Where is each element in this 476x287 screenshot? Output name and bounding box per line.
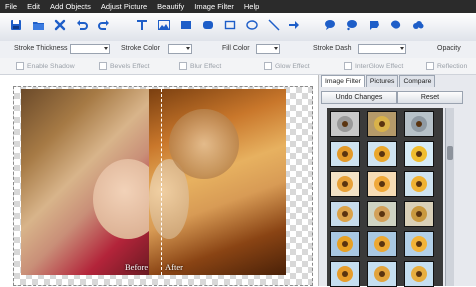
- filter-thumb[interactable]: [330, 111, 360, 137]
- filter-thumb[interactable]: [404, 201, 434, 227]
- menu-help[interactable]: Help: [239, 2, 264, 11]
- toolbar: [0, 13, 476, 42]
- ellipse-icon[interactable]: [244, 17, 260, 33]
- filter-thumbnail-grid: [327, 108, 443, 287]
- tab-compare[interactable]: Compare: [399, 75, 436, 87]
- stroke-thickness-label: Stroke Thickness: [14, 45, 68, 52]
- interglow-effect-checkbox[interactable]: InterGlow Effect: [344, 62, 403, 70]
- glow-effect-label: Glow Effect: [275, 62, 310, 70]
- menu-add-objects[interactable]: Add Objects: [45, 2, 96, 11]
- open-icon[interactable]: [30, 17, 46, 33]
- undo-changes-button[interactable]: Undo Changes: [321, 91, 397, 104]
- filter-thumb[interactable]: [367, 171, 397, 197]
- filter-thumb[interactable]: [330, 201, 360, 227]
- menu-adjust-picture[interactable]: Adjust Picture: [96, 2, 152, 11]
- panel-tabs: Image Filter Pictures Compare: [321, 75, 436, 87]
- reset-button[interactable]: Reset: [397, 91, 463, 104]
- thumbnail-scrollbar[interactable]: [445, 108, 454, 286]
- save-icon[interactable]: [8, 17, 24, 33]
- canvas-workspace: Before After: [0, 75, 319, 286]
- blur-effect-checkbox[interactable]: Blur Effect: [179, 62, 221, 70]
- arrow-icon[interactable]: [286, 17, 302, 33]
- thought-bubble-icon[interactable]: [344, 17, 360, 33]
- reflection-checkbox[interactable]: Reflection: [426, 62, 467, 70]
- filter-thumb[interactable]: [330, 171, 360, 197]
- reflection-label: Reflection: [437, 62, 468, 70]
- filter-thumb[interactable]: [404, 141, 434, 167]
- stroke-color-select[interactable]: [168, 44, 192, 54]
- speech-bubble-icon[interactable]: [322, 17, 338, 33]
- filter-thumb[interactable]: [404, 261, 434, 287]
- redo-icon[interactable]: [96, 17, 112, 33]
- hair-after: [169, 109, 239, 179]
- interglow-effect-label: InterGlow Effect: [355, 62, 404, 70]
- photo-preview[interactable]: [21, 89, 286, 275]
- after-label: After: [165, 262, 183, 272]
- image-icon[interactable]: [156, 17, 172, 33]
- filter-thumb[interactable]: [404, 231, 434, 257]
- fill-color-select[interactable]: [256, 44, 280, 54]
- filter-thumb[interactable]: [330, 231, 360, 257]
- glow-effect-checkbox[interactable]: Glow Effect: [264, 62, 310, 70]
- stroke-dash-select[interactable]: [358, 44, 406, 54]
- filter-panel: Image Filter Pictures Compare Undo Chang…: [319, 75, 476, 287]
- before-image: [21, 89, 163, 275]
- filter-thumb[interactable]: [330, 141, 360, 167]
- enable-shadow-checkbox[interactable]: Enable Shadow: [16, 62, 75, 70]
- shape-icon[interactable]: [388, 17, 404, 33]
- enable-shadow-label: Enable Shadow: [27, 62, 75, 70]
- filter-thumb[interactable]: [404, 111, 434, 137]
- tab-pictures[interactable]: Pictures: [365, 75, 399, 87]
- property-bar: Stroke Thickness Stroke Color Fill Color…: [0, 41, 476, 59]
- scrollbar-thumb[interactable]: [447, 146, 453, 160]
- undo-icon[interactable]: [74, 17, 90, 33]
- before-label: Before: [125, 262, 149, 272]
- rounded-rectangle-icon[interactable]: [200, 17, 216, 33]
- callout-icon[interactable]: [366, 17, 382, 33]
- filter-thumb[interactable]: [367, 261, 397, 287]
- delete-icon[interactable]: [52, 17, 68, 33]
- cloud-icon[interactable]: [410, 17, 426, 33]
- effect-bar: Enable Shadow Bevels Effect Blur Effect …: [0, 58, 476, 75]
- filter-thumb[interactable]: [404, 171, 434, 197]
- after-image: [149, 89, 286, 275]
- filter-thumb[interactable]: [367, 231, 397, 257]
- rectangle-icon[interactable]: [178, 17, 194, 33]
- fill-color-label: Fill Color: [222, 45, 250, 52]
- before-after-divider[interactable]: [161, 89, 162, 275]
- bevels-effect-checkbox[interactable]: Bevels Effect: [99, 62, 150, 70]
- stroke-color-label: Stroke Color: [121, 45, 160, 52]
- menu-bar: File Edit Add Objects Adjust Picture Bea…: [0, 0, 476, 13]
- menu-image-filter[interactable]: Image Filter: [189, 2, 239, 11]
- tab-image-filter[interactable]: Image Filter: [321, 75, 365, 87]
- line-icon[interactable]: [266, 17, 282, 33]
- filter-thumb[interactable]: [367, 111, 397, 137]
- square-outline-icon[interactable]: [222, 17, 238, 33]
- text-icon[interactable]: [134, 17, 150, 33]
- filter-thumb[interactable]: [367, 141, 397, 167]
- menu-edit[interactable]: Edit: [22, 2, 45, 11]
- blur-effect-label: Blur Effect: [190, 62, 222, 70]
- filter-thumb[interactable]: [367, 201, 397, 227]
- bevels-effect-label: Bevels Effect: [110, 62, 150, 70]
- filter-thumb[interactable]: [330, 261, 360, 287]
- menu-file[interactable]: File: [0, 2, 22, 11]
- opacity-label: Opacity: [437, 45, 461, 52]
- stroke-dash-label: Stroke Dash: [313, 45, 352, 52]
- stroke-thickness-select[interactable]: [70, 44, 110, 54]
- menu-beautify[interactable]: Beautify: [152, 2, 189, 11]
- panel-button-row: Undo Changes Reset: [321, 91, 473, 104]
